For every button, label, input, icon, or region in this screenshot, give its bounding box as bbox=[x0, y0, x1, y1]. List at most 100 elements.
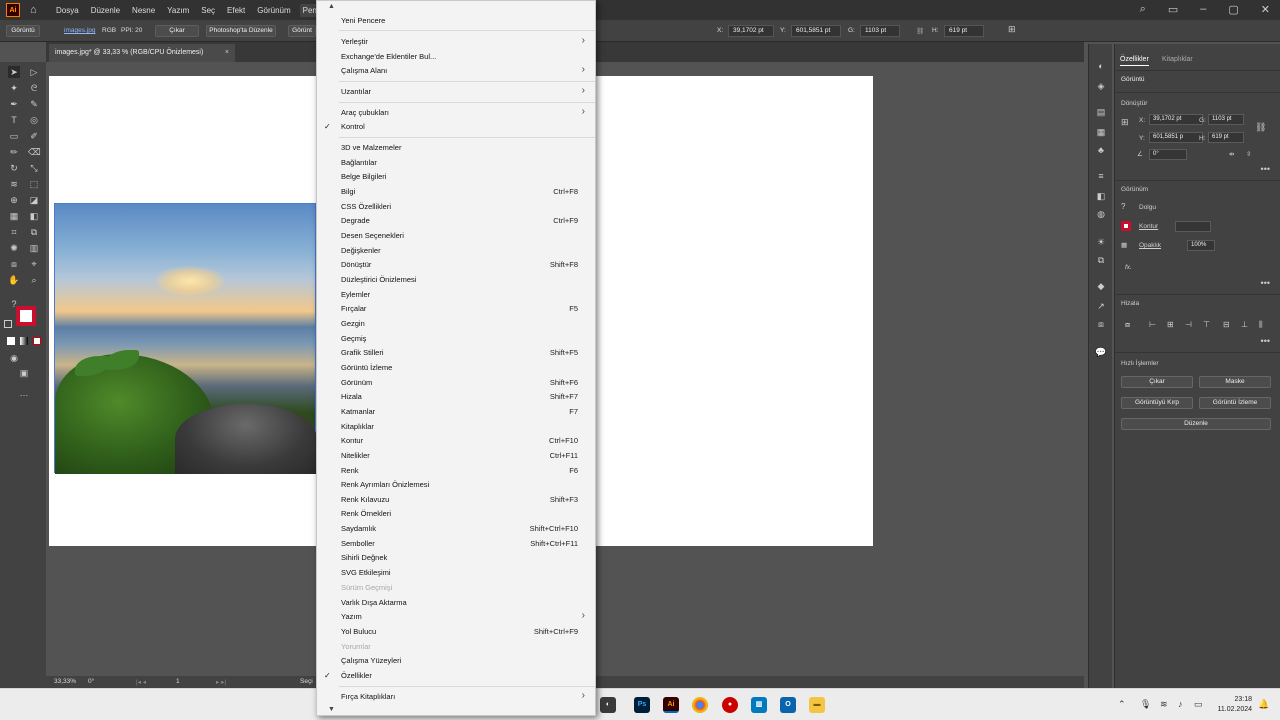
h-field[interactable]: 619 pt bbox=[944, 25, 984, 37]
menu-item[interactable]: Yol Bulucu Shift+Ctrl+F9 bbox=[317, 625, 595, 639]
microphone-icon[interactable]: 🎙 bbox=[1140, 699, 1151, 710]
color-panel-icon[interactable]: ◐ bbox=[1095, 60, 1107, 72]
artboard-tool-icon[interactable]: ⧈ bbox=[8, 258, 20, 270]
hand-tool-icon[interactable]: ✋ bbox=[8, 274, 20, 286]
tab-properties[interactable]: Özellikler bbox=[1120, 56, 1149, 66]
menu-item[interactable]: SVG Etkileşimi bbox=[317, 566, 595, 580]
menu-item[interactable]: Katmanlar F7 bbox=[317, 405, 595, 419]
color-guide-icon[interactable]: ◈ bbox=[1095, 80, 1107, 92]
spiral-tool-icon[interactable]: ◎ bbox=[28, 114, 40, 126]
zoom-level[interactable]: 33,33% bbox=[54, 678, 76, 685]
edit-in-photoshop-button[interactable]: Photoshop'ta Düzenle bbox=[206, 25, 276, 37]
warp-tool-icon[interactable]: ≋ bbox=[8, 178, 20, 190]
align-bottom-icon[interactable]: ⊥ bbox=[1241, 320, 1248, 329]
crop-image-button[interactable]: Görüntüyü Kırp bbox=[1121, 397, 1193, 409]
tray-chevron-icon[interactable]: ⌃ bbox=[1118, 699, 1126, 710]
more-options-icon[interactable]: ••• bbox=[1261, 336, 1270, 346]
document-tab[interactable]: images.jpg* @ 33,33 % (RGB/CPU Önizlemes… bbox=[49, 44, 235, 62]
free-transform-tool-icon[interactable]: ⬚ bbox=[28, 178, 40, 190]
menu-item[interactable]: Yeni Pencere bbox=[317, 14, 595, 28]
eraser-tool-icon[interactable]: ⌫ bbox=[28, 146, 41, 158]
menu-item[interactable]: Bilgi Ctrl+F8 bbox=[317, 185, 595, 199]
menu-item[interactable]: Çalışma Yüzeyleri bbox=[317, 654, 595, 668]
menu-item[interactable]: Değişkenler bbox=[317, 244, 595, 258]
menu-item[interactable]: CSS Özellikleri bbox=[317, 200, 595, 214]
rectangle-tool-icon[interactable]: ▭ bbox=[8, 130, 20, 142]
menu-gorunum[interactable]: Görünüm bbox=[257, 6, 290, 15]
volume-icon[interactable]: ♪ bbox=[1178, 699, 1183, 709]
menu-item[interactable]: Yerleştir › bbox=[317, 35, 595, 49]
rotate-field[interactable]: 0° bbox=[1149, 149, 1187, 160]
gradient-panel-icon[interactable]: ◧ bbox=[1095, 190, 1107, 202]
blend-tool-icon[interactable]: ⧉ bbox=[28, 226, 40, 238]
scale-tool-icon[interactable]: ⤡ bbox=[28, 162, 40, 174]
transform-h-field[interactable]: 619 pt bbox=[1208, 132, 1244, 143]
align-hcenter-icon[interactable]: ⊞ bbox=[1167, 320, 1174, 329]
swatches-icon[interactable]: ▦ bbox=[1095, 126, 1107, 138]
artboards-icon[interactable]: ⧈ bbox=[1095, 318, 1107, 330]
perspective-grid-tool-icon[interactable]: ▦ bbox=[8, 210, 20, 222]
notification-bell-icon[interactable]: 🔔 bbox=[1258, 699, 1269, 710]
layers-icon[interactable]: ◆ bbox=[1095, 280, 1107, 292]
maximize-icon[interactable]: ▢ bbox=[1228, 3, 1238, 16]
menu-item[interactable]: Görüntü İzleme bbox=[317, 361, 595, 375]
minimize-icon[interactable]: – bbox=[1200, 3, 1206, 16]
filename-link[interactable]: images.jpg bbox=[64, 27, 95, 34]
symbol-sprayer-tool-icon[interactable]: ✺ bbox=[8, 242, 20, 254]
menu-scroll-down-icon[interactable]: ▼ bbox=[328, 706, 335, 713]
color-mode-icon[interactable] bbox=[7, 337, 15, 345]
photoshop-app-icon[interactable]: Ps bbox=[634, 697, 650, 713]
menu-item[interactable]: Hizala Shift+F7 bbox=[317, 390, 595, 404]
transform-y-field[interactable]: 601,5851 p bbox=[1149, 132, 1203, 143]
menu-item[interactable]: Varlık Dışa Aktarma bbox=[317, 596, 595, 610]
align-right-icon[interactable]: ⊣ bbox=[1185, 320, 1192, 329]
distribute-icon[interactable]: ⫼ bbox=[1259, 320, 1263, 330]
artboard-number[interactable]: 1 bbox=[176, 678, 180, 685]
flip-horizontal-icon[interactable]: ⇹ bbox=[1229, 150, 1234, 158]
selection-tool-icon[interactable]: ➤ bbox=[8, 66, 20, 78]
magic-wand-icon[interactable]: ✦ bbox=[8, 82, 20, 94]
edit-toolbar-icon[interactable]: … bbox=[18, 387, 30, 399]
fx-icon[interactable]: fx. bbox=[1125, 264, 1132, 271]
appearance-panel-icon[interactable]: ☀ bbox=[1095, 236, 1107, 248]
search-icon[interactable]: ⌕ bbox=[1140, 3, 1146, 16]
menu-item[interactable]: Degrade Ctrl+F9 bbox=[317, 214, 595, 228]
eyedropper-tool-icon[interactable]: ⌖ bbox=[28, 258, 40, 270]
fill-unknown-icon[interactable]: ? bbox=[1121, 202, 1125, 211]
opacity-field[interactable]: 100% bbox=[1187, 240, 1215, 251]
arrange-button[interactable]: Düzenle bbox=[1121, 418, 1271, 430]
wifi-icon[interactable]: ≋ bbox=[1160, 699, 1168, 710]
rotation-value[interactable]: 0° bbox=[88, 678, 94, 685]
transform-x-field[interactable]: 39,1702 pt bbox=[1149, 114, 1203, 125]
menu-item[interactable]: Düzleştirici Önizlemesi bbox=[317, 273, 595, 287]
menu-item[interactable]: Renk Örnekleri bbox=[317, 507, 595, 521]
menu-item[interactable]: Dönüştür Shift+F8 bbox=[317, 258, 595, 272]
tab-libraries[interactable]: Kitaplıklar bbox=[1162, 56, 1193, 63]
flip-vertical-icon[interactable]: ⇳ bbox=[1246, 150, 1251, 158]
menu-efekt[interactable]: Efekt bbox=[227, 6, 245, 15]
stroke-swatch-icon[interactable] bbox=[16, 306, 36, 326]
home-icon[interactable]: ⌂ bbox=[30, 3, 44, 17]
w-field[interactable]: 1103 pt bbox=[860, 25, 900, 37]
graphic-styles-icon[interactable]: ⧉ bbox=[1095, 254, 1107, 266]
comments-icon[interactable]: 💬 bbox=[1095, 346, 1107, 358]
artboard-nav-next[interactable]: ▸ ▸| bbox=[216, 678, 226, 686]
type-tool-icon[interactable]: T bbox=[8, 114, 20, 126]
menu-item[interactable]: Semboller Shift+Ctrl+F11 bbox=[317, 537, 595, 551]
appearance-button[interactable]: Görüntü bbox=[6, 25, 40, 37]
transparency-icon[interactable]: ◍ bbox=[1095, 208, 1107, 220]
menu-item[interactable]: Desen Seçenekleri bbox=[317, 229, 595, 243]
menu-item[interactable]: Fırçalar F5 bbox=[317, 302, 595, 316]
artboard-nav-arrows[interactable]: |◂ ◂ bbox=[136, 678, 146, 686]
stroke-weight-field[interactable] bbox=[1175, 221, 1211, 232]
direct-selection-tool-icon[interactable]: ▷ bbox=[28, 66, 40, 78]
menu-scroll-up-icon[interactable]: ▲ bbox=[328, 3, 335, 10]
menu-item[interactable]: Bağlantılar bbox=[317, 156, 595, 170]
stroke-panel-icon[interactable]: ≡ bbox=[1095, 170, 1107, 182]
document-close-icon[interactable]: × bbox=[225, 44, 229, 62]
fill-label[interactable]: Dolgu bbox=[1139, 204, 1156, 211]
menu-item[interactable]: Renk Ayrımları Önizlemesi bbox=[317, 478, 595, 492]
more-options-icon[interactable]: ••• bbox=[1261, 164, 1270, 174]
menu-item[interactable]: Saydamlık Shift+Ctrl+F10 bbox=[317, 522, 595, 536]
menu-item[interactable]: Eylemler bbox=[317, 288, 595, 302]
